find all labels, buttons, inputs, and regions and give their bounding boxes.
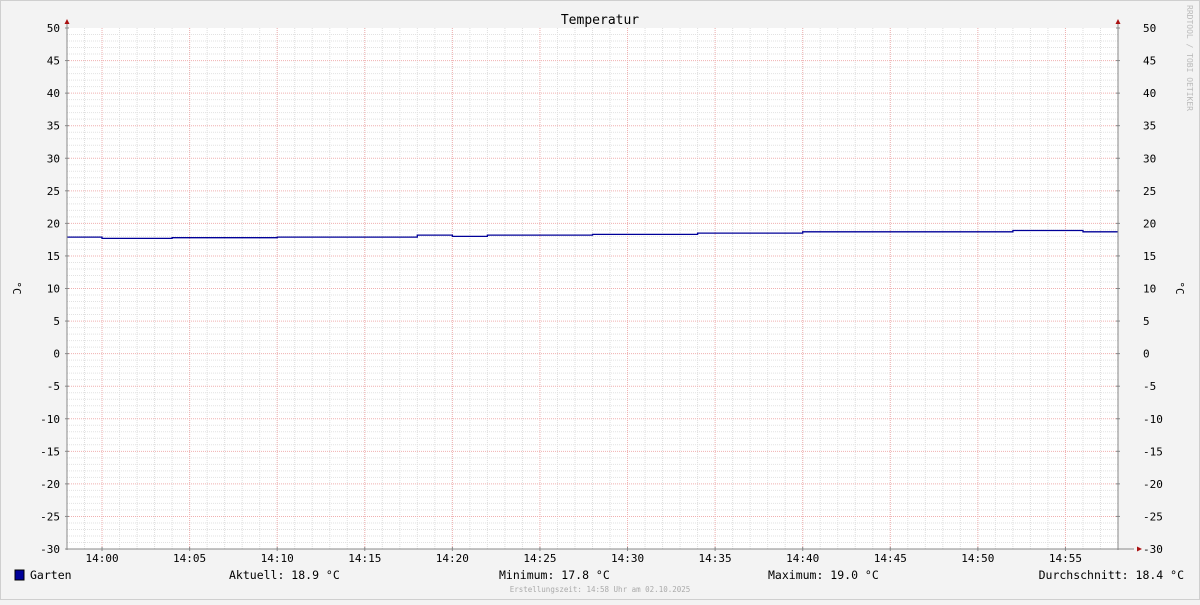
y-tick-label-left: -30 <box>40 543 60 556</box>
x-tick-label: 14:05 <box>173 552 206 565</box>
y-tick-label-right: 10 <box>1143 283 1156 296</box>
y-tick-label-right: 25 <box>1143 185 1156 198</box>
legend-swatch-garten <box>14 569 25 581</box>
legend-maximum: Maximum: 19.0 °C <box>768 568 879 582</box>
y-tick-label-right: 50 <box>1143 22 1156 35</box>
y-tick-label-left: -15 <box>40 445 60 458</box>
y-tick-label-left: -20 <box>40 478 60 491</box>
y-tick-label-right: 30 <box>1143 152 1156 165</box>
legend-minimum: Minimum: 17.8 °C <box>499 568 610 582</box>
y-tick-label-left: 10 <box>47 283 60 296</box>
y-tick-label-right: -10 <box>1143 413 1163 426</box>
watermark: RRDTOOL / TOBI OETIKER <box>1185 5 1194 111</box>
y-tick-label-right: 20 <box>1143 217 1156 230</box>
y-tick-label-left: 0 <box>53 348 60 361</box>
y-axis-label-left: °C <box>10 281 23 294</box>
y-tick-label-left: 15 <box>47 250 60 263</box>
legend-average: Durchschnitt: 18.4 °C <box>1039 568 1184 582</box>
y-tick-label-left: 30 <box>47 152 60 165</box>
x-tick-label: 14:25 <box>523 552 556 565</box>
footer-timestamp: Erstellungszeit: 14:58 Uhr am 02.10.2025 <box>510 585 691 594</box>
y-tick-label-left: 50 <box>47 22 60 35</box>
temperature-chart: 50454035302520151050-5-10-15-20-25-30 50… <box>0 0 1200 600</box>
x-tick-label: 14:20 <box>436 552 469 565</box>
chart-frame: 50 45 40 35 30 25 20 15 10 5 0 -5 -10 -15 -20 -25 -30 50… <box>0 0 1200 600</box>
minor-grid <box>67 28 1118 549</box>
chart-title: Temperatur <box>561 13 639 28</box>
y-tick-label-left: 40 <box>47 87 60 100</box>
y-tick-label-right: 35 <box>1143 120 1156 133</box>
y-tick-label-left: -10 <box>40 413 60 426</box>
y-tick-label-right: 15 <box>1143 250 1156 263</box>
y-tick-label-right: -30 <box>1143 543 1163 556</box>
x-tick-label: 14:10 <box>261 552 294 565</box>
y-tick-label-left: -25 <box>40 510 60 523</box>
x-tick-label: 14:55 <box>1049 552 1082 565</box>
x-tick-label: 14:45 <box>874 552 907 565</box>
y-tick-label-right: 5 <box>1143 315 1150 328</box>
x-tick-label: 14:15 <box>348 552 381 565</box>
legend-current: Aktuell: 18.9 °C <box>229 568 340 582</box>
x-tick-label: 14:35 <box>699 552 732 565</box>
y-tick-label-right: -5 <box>1143 380 1156 393</box>
x-tick-label: 14:30 <box>611 552 644 565</box>
y-tick-label-left: -5 <box>47 380 60 393</box>
y-tick-label-right: -25 <box>1143 510 1163 523</box>
y-tick-label-left: 5 <box>53 315 60 328</box>
y-tick-label-right: -15 <box>1143 445 1163 458</box>
legend-series-label: Garten <box>30 568 72 582</box>
y-tick-label-left: 45 <box>47 55 60 68</box>
x-tick-label: 14:00 <box>85 552 118 565</box>
x-tick-label: 14:50 <box>961 552 994 565</box>
y-tick-label-right: 0 <box>1143 348 1150 361</box>
y-tick-label-left: 20 <box>47 217 60 230</box>
y-tick-label-left: 25 <box>47 185 60 198</box>
y-axis-label-right: °C <box>1173 281 1186 294</box>
x-tick-label: 14:40 <box>786 552 819 565</box>
y-tick-label-right: 45 <box>1143 55 1156 68</box>
y-tick-label-right: -20 <box>1143 478 1163 491</box>
y-tick-label-left: 35 <box>47 120 60 133</box>
y-tick-label-right: 40 <box>1143 87 1156 100</box>
